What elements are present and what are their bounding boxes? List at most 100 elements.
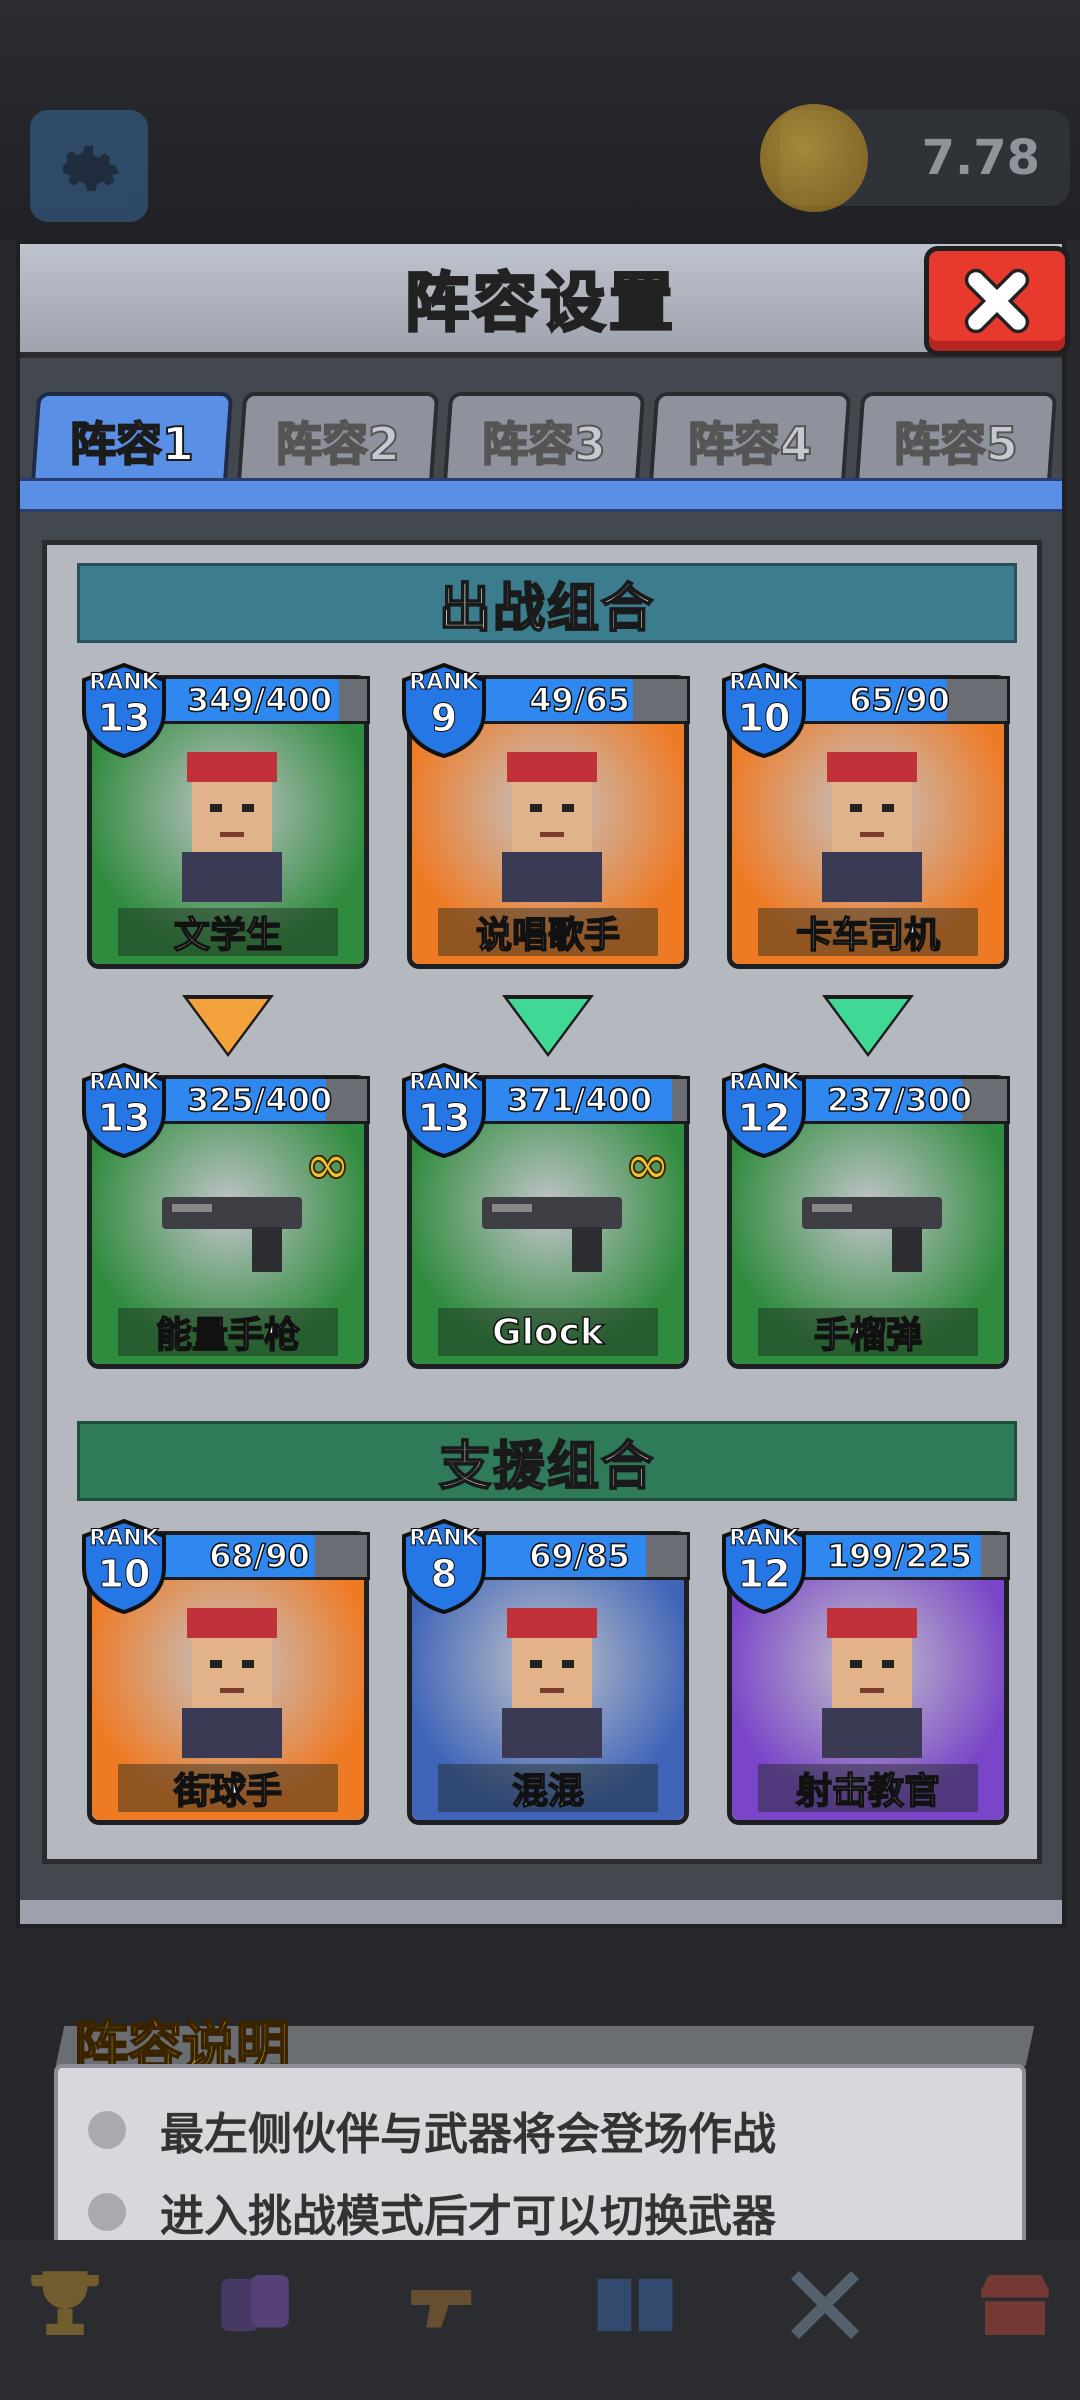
companion-card[interactable]: 68/90 RANK 10 街球手 xyxy=(82,1518,370,1825)
gear-icon xyxy=(62,145,120,192)
tab-label: 阵容1 xyxy=(69,416,195,472)
info-line: 最左侧伙伴与武器将会登场作战 xyxy=(88,2098,776,2162)
coin-icon xyxy=(760,104,868,212)
battle-section-header: 出战组合 xyxy=(77,563,1017,643)
companion-card[interactable]: 65/90 RANK 10 卡车司机 xyxy=(722,662,1010,969)
rank-value: 8 xyxy=(430,1552,458,1597)
progress-remaining xyxy=(633,679,687,721)
shop-icon[interactable] xyxy=(970,2260,1060,2350)
close-button[interactable] xyxy=(924,246,1070,356)
bottom-nav xyxy=(0,2240,1080,2400)
character-portrait xyxy=(182,752,282,902)
info-text: 最左侧伙伴与武器将会登场作战 xyxy=(160,2109,776,2160)
tab-lineup-2[interactable]: 阵容2 xyxy=(236,392,440,486)
bullet-icon xyxy=(88,2193,126,2231)
companion-card[interactable]: 69/85 RANK 8 混混 xyxy=(402,1518,690,1825)
companion-card[interactable]: 49/65 RANK 9 说唱歌手 xyxy=(402,662,690,969)
progress-bar: 49/65 xyxy=(472,676,690,724)
rank-label: RANK xyxy=(89,670,159,696)
trophy-icon[interactable] xyxy=(20,2260,110,2350)
info-header: 阵容说明 xyxy=(50,2002,1035,2079)
infinity-icon: ∞ xyxy=(304,1133,351,1196)
progress-text: 199/225 xyxy=(826,1536,973,1576)
progress-remaining xyxy=(981,1535,1007,1577)
weapon-card[interactable]: 237/300 RANK 12 手榴弹 xyxy=(722,1062,1010,1369)
progress-bar: 349/400 xyxy=(152,676,370,724)
character-portrait xyxy=(502,1608,602,1758)
lineup-panel: 出战组合 349/400 RANK 13 文学生 49/65 RANK 9 说唱… xyxy=(42,540,1042,1864)
infinity-icon: ∞ xyxy=(624,1133,671,1196)
weapon-image xyxy=(802,1197,942,1272)
rank-label: RANK xyxy=(729,1070,799,1096)
rank-label: RANK xyxy=(409,670,479,696)
tab-lineup-1[interactable]: 阵容1 xyxy=(30,392,234,486)
cards-icon[interactable] xyxy=(210,2260,300,2350)
progress-bar: 199/225 xyxy=(792,1532,1010,1580)
rank-value: 12 xyxy=(737,1552,791,1597)
weapon-card[interactable]: 325/400 RANK 13 ∞ 能量手枪 xyxy=(82,1062,370,1369)
rank-label: RANK xyxy=(409,1070,479,1096)
tab-lineup-5[interactable]: 阵容5 xyxy=(854,392,1058,486)
lineup-tabs: 阵容1 阵容2 阵容3 阵容4 阵容5 xyxy=(30,392,1058,486)
settings-button[interactable] xyxy=(30,110,148,222)
card-name: Glock xyxy=(438,1308,658,1356)
character-portrait xyxy=(502,752,602,902)
tab-label: 阵容4 xyxy=(687,416,813,472)
tab-lineup-3[interactable]: 阵容3 xyxy=(442,392,646,486)
character-portrait xyxy=(822,752,922,902)
arrow-down-icon xyxy=(508,999,588,1053)
rank-value: 13 xyxy=(417,1096,471,1141)
info-line: 进入挑战模式后才可以切换武器 xyxy=(88,2180,776,2244)
progress-text: 349/400 xyxy=(186,680,333,720)
support-section-title: 支援组合 xyxy=(438,1436,655,1498)
progress-bar: 68/90 xyxy=(152,1532,370,1580)
arrow-down-icon xyxy=(188,999,268,1053)
rank-label: RANK xyxy=(729,670,799,696)
progress-text: 68/90 xyxy=(208,1536,310,1576)
gun-icon[interactable] xyxy=(400,2260,490,2350)
info-box: 最左侧伙伴与武器将会登场作战 进入挑战模式后才可以切换武器 xyxy=(54,2064,1026,2252)
rank-value: 10 xyxy=(97,1552,151,1597)
companion-card[interactable]: 349/400 RANK 13 文学生 xyxy=(82,662,370,969)
card-name: 手榴弹 xyxy=(758,1308,978,1357)
character-portrait xyxy=(822,1608,922,1758)
coin-value: 7.78 xyxy=(921,130,1040,186)
progress-bar: 237/300 xyxy=(792,1076,1010,1124)
progress-remaining xyxy=(315,1535,367,1577)
progress-bar: 69/85 xyxy=(472,1532,690,1580)
progress-remaining xyxy=(671,1079,687,1121)
progress-text: 371/400 xyxy=(506,1080,653,1120)
companion-card[interactable]: 199/225 RANK 12 射击教官 xyxy=(722,1518,1010,1825)
tab-lineup-4[interactable]: 阵容4 xyxy=(648,392,852,486)
weapon-image xyxy=(162,1197,302,1272)
bullet-icon xyxy=(88,2111,126,2149)
rank-value: 13 xyxy=(97,696,151,741)
battle-section-title: 出战组合 xyxy=(438,578,655,640)
book-icon[interactable] xyxy=(590,2260,680,2350)
character-portrait xyxy=(182,1608,282,1758)
progress-remaining xyxy=(326,1079,367,1121)
card-name: 街球手 xyxy=(118,1764,338,1813)
progress-remaining xyxy=(339,679,367,721)
crossed-swords-icon[interactable] xyxy=(780,2260,870,2350)
card-name: 说唱歌手 xyxy=(438,908,658,957)
progress-remaining xyxy=(946,679,1007,721)
progress-text: 65/90 xyxy=(848,680,950,720)
tab-label: 阵容5 xyxy=(893,416,1019,472)
card-name: 能量手枪 xyxy=(118,1308,338,1357)
close-icon xyxy=(964,268,1030,334)
modal-header: 阵容设置 xyxy=(20,244,1070,358)
rank-value: 10 xyxy=(737,696,791,741)
weapon-card[interactable]: 371/400 RANK 13 ∞ Glock xyxy=(402,1062,690,1369)
card-name: 射击教官 xyxy=(758,1764,978,1813)
progress-text: 237/300 xyxy=(826,1080,973,1120)
tab-label: 阵容3 xyxy=(481,416,607,472)
progress-bar: 371/400 xyxy=(472,1076,690,1124)
tab-underline xyxy=(20,478,1062,512)
rank-label: RANK xyxy=(729,1526,799,1552)
card-name: 混混 xyxy=(438,1764,658,1813)
rank-label: RANK xyxy=(409,1526,479,1552)
card-name: 文学生 xyxy=(118,908,338,957)
lineup-modal: 阵容设置 阵容1 阵容2 阵容3 阵容4 阵容5 出战组合 349/400 RA… xyxy=(16,240,1070,1928)
coin-counter[interactable]: 7.78 xyxy=(760,104,1070,212)
